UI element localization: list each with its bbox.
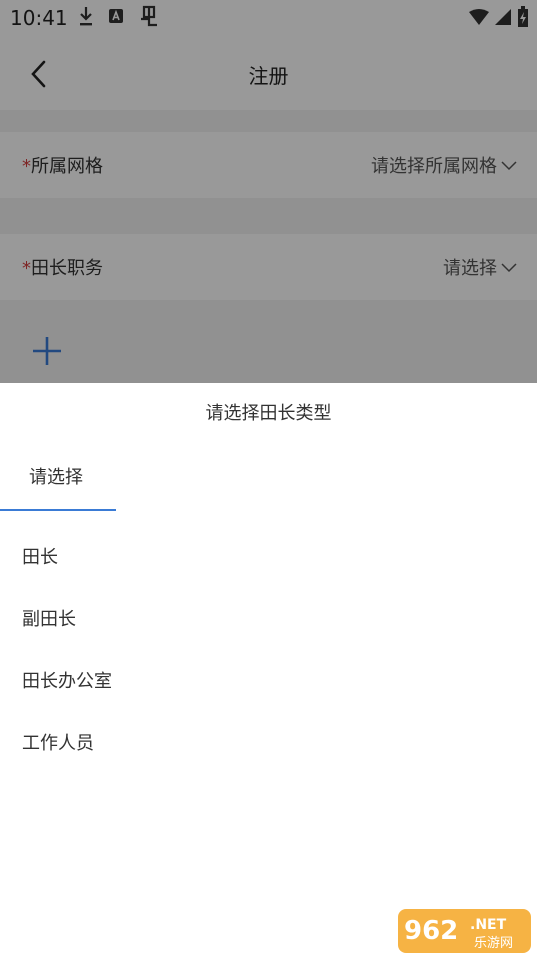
svg-text:乐游网: 乐游网 [474, 936, 513, 951]
watermark-logo: 962 .NET 乐游网 [398, 909, 531, 953]
option-tianzhang[interactable]: 田长 [22, 543, 58, 569]
tab-underline [0, 509, 116, 511]
tab-select-label: 请选择 [29, 467, 83, 488]
svg-text:962: 962 [404, 916, 458, 946]
modal-overlay[interactable] [0, 0, 537, 383]
option-staff[interactable]: 工作人员 [22, 729, 94, 755]
option-fu-tianzhang[interactable]: 副田长 [22, 605, 76, 631]
option-office[interactable]: 田长办公室 [22, 667, 112, 693]
svg-text:.NET: .NET [470, 917, 507, 933]
watermark-graphic: 962 .NET 乐游网 [398, 909, 531, 953]
tab-select[interactable]: 请选择 [0, 447, 116, 511]
picker-sheet: 请选择田长类型 请选择 田长 副田长 田长办公室 工作人员 [0, 383, 537, 956]
picker-title: 请选择田长类型 [205, 403, 332, 424]
